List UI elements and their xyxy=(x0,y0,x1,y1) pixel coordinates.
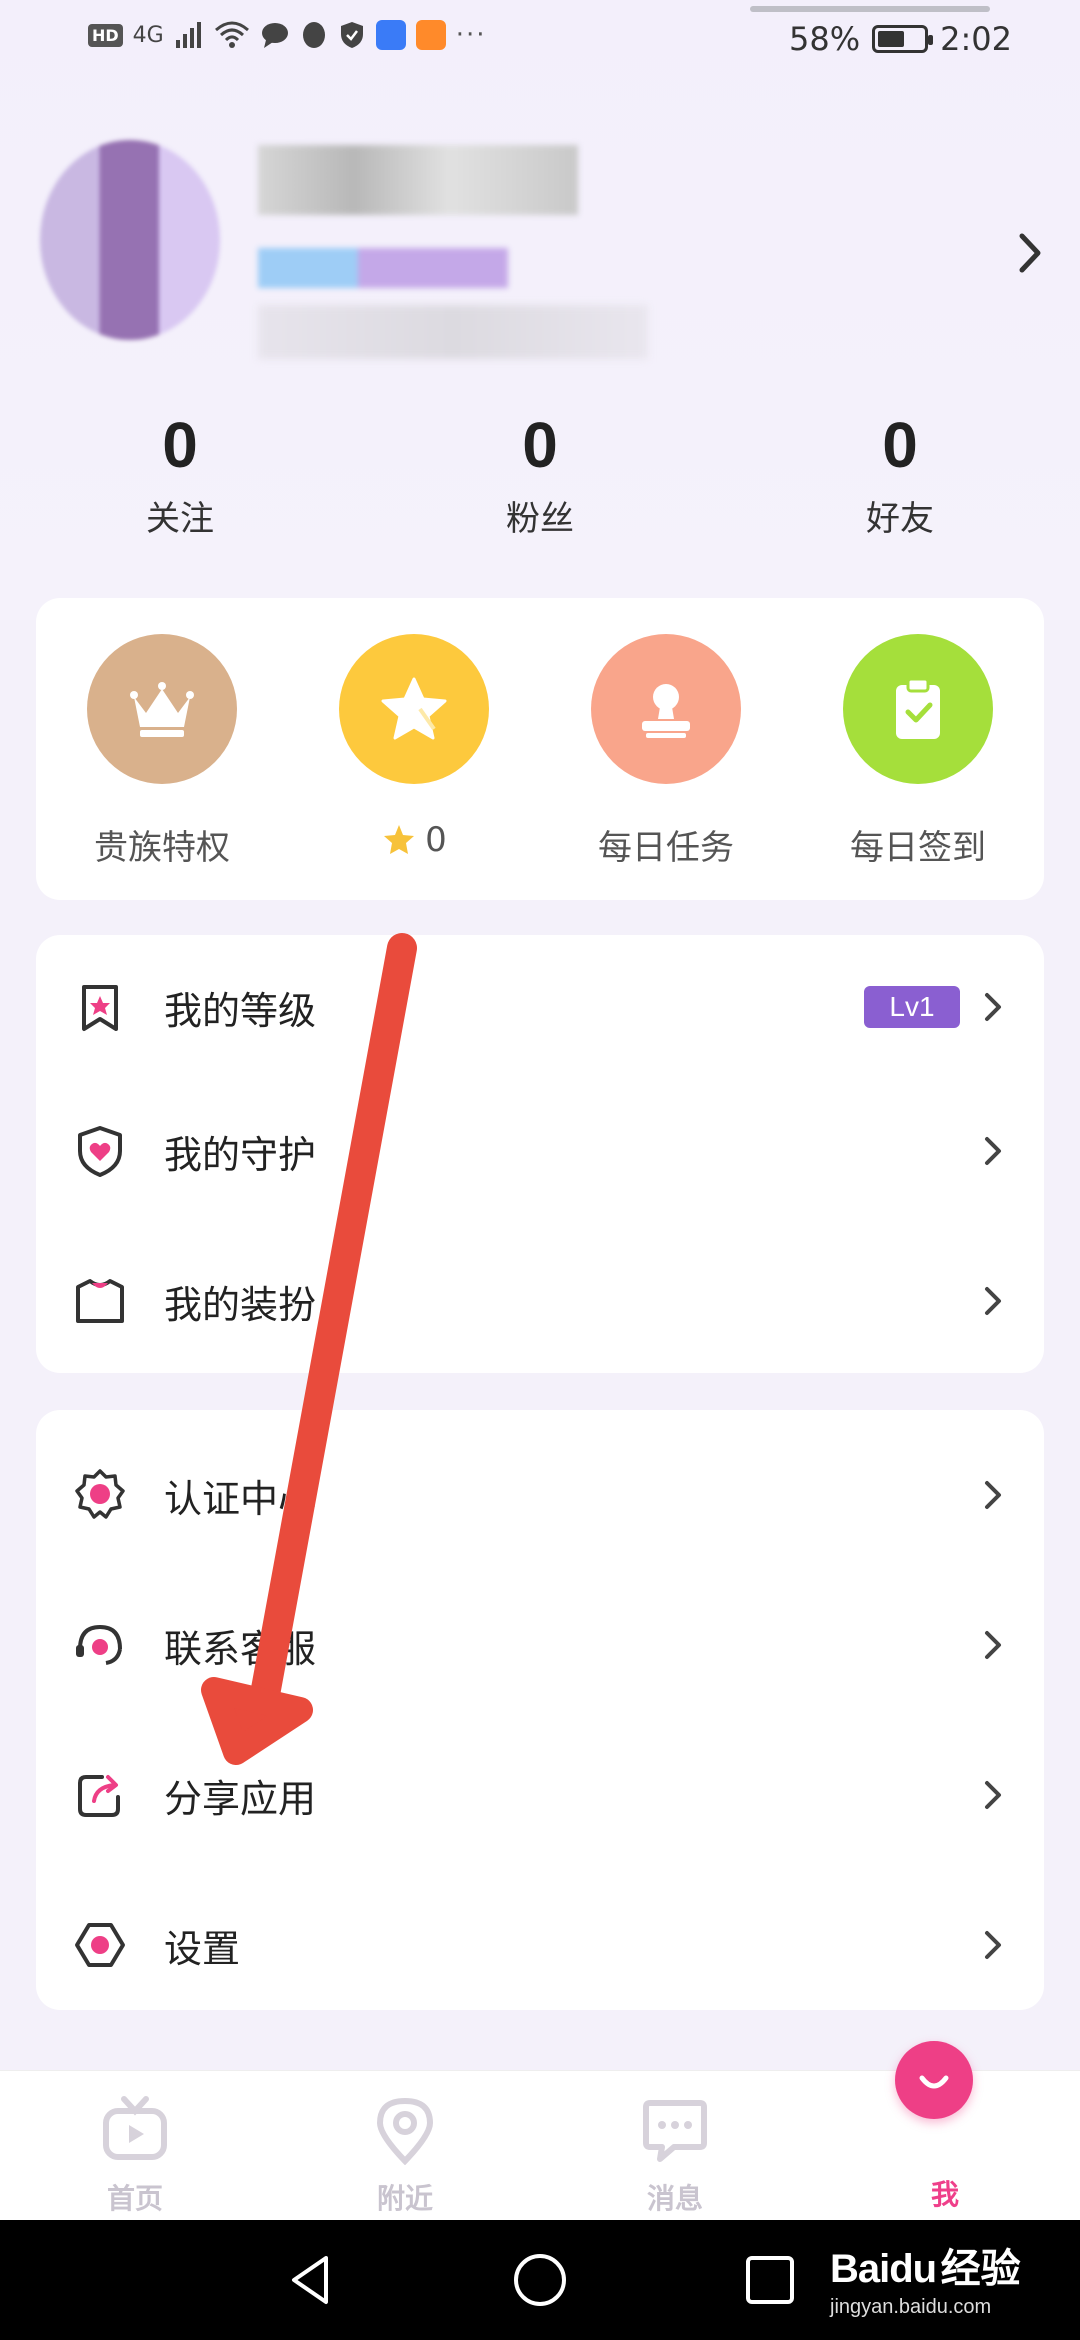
menu-item-label: 分享应用 xyxy=(164,1776,317,1821)
nav-nearby[interactable]: 附近 xyxy=(330,2095,480,2217)
wifi-icon xyxy=(214,21,249,48)
menu-card-app: 认证中心 联系客服 分享应用 设置 xyxy=(36,1410,1044,2010)
avatar[interactable] xyxy=(40,140,220,340)
battery-icon xyxy=(872,25,934,53)
status-bar: HD 4G ··· 58% 2:02 xyxy=(0,0,1080,80)
recents-icon[interactable] xyxy=(740,2250,800,2310)
menu-item-label: 我的等级 xyxy=(164,988,317,1033)
battery-percent: 58% xyxy=(789,20,861,58)
stat-value: 0 xyxy=(162,409,198,481)
chevron-right-icon xyxy=(985,1631,1001,1659)
nav-messages[interactable]: 消息 xyxy=(600,2095,750,2217)
tv-icon xyxy=(103,2096,167,2160)
stat-label: 好友 xyxy=(866,499,934,539)
status-icons: HD 4G ··· xyxy=(88,20,487,50)
grab-handle xyxy=(750,6,990,12)
level-badge: Lv1 xyxy=(864,986,960,1028)
menu-item-my-guardian[interactable]: 我的守护 xyxy=(36,1091,1044,1211)
smile-icon[interactable] xyxy=(895,2041,973,2119)
star-count-value: 0 xyxy=(425,820,447,860)
status-right: 58% 2:02 xyxy=(789,20,1012,58)
stat-value: 0 xyxy=(522,409,558,481)
watermark-title: 经验 xyxy=(940,2247,1021,2291)
back-icon[interactable] xyxy=(280,2250,340,2310)
quick-action-stars[interactable]: 0 xyxy=(314,634,514,860)
penguin-icon xyxy=(302,22,325,48)
menu-item-share-app[interactable]: 分享应用 xyxy=(36,1735,1044,1855)
profile-stats: 0 关注 0 粉丝 0 好友 xyxy=(0,405,1080,555)
nav-home[interactable]: 首页 xyxy=(60,2095,210,2217)
chevron-right-icon xyxy=(985,993,1001,1021)
certify-icon xyxy=(75,1469,125,1519)
settings-icon xyxy=(75,1923,125,1967)
headset-icon xyxy=(76,1624,122,1665)
chat-bubble-icon xyxy=(261,23,288,48)
nav-label: 首页 xyxy=(106,2182,163,2215)
stat-following[interactable]: 0 关注 xyxy=(80,405,280,540)
star-count: 0 xyxy=(314,820,514,860)
menu-item-verification[interactable]: 认证中心 xyxy=(36,1435,1044,1555)
level-badge-icon xyxy=(82,985,118,1031)
watermark-logo: Bai xyxy=(830,2247,890,2291)
menu-item-label: 联系客服 xyxy=(164,1626,317,1671)
chevron-right-icon xyxy=(985,1931,1001,1959)
home-icon[interactable] xyxy=(510,2250,570,2310)
stat-friends[interactable]: 0 好友 xyxy=(800,405,1000,540)
clock: 2:02 xyxy=(940,20,1012,58)
battery-fill xyxy=(878,31,904,47)
watermark-url: jingyan.baidu.com xyxy=(830,2296,992,2318)
network-label: 4G xyxy=(132,22,164,48)
watermark-logo-paw: du xyxy=(889,2247,937,2291)
menu-item-label: 设置 xyxy=(164,1926,241,1971)
profile-chevron-right-icon[interactable] xyxy=(1010,228,1050,278)
hd-icon: HD xyxy=(88,23,123,47)
menu-item-settings[interactable]: 设置 xyxy=(36,1885,1044,2005)
stat-value: 0 xyxy=(882,409,918,481)
stat-fans[interactable]: 0 粉丝 xyxy=(440,405,640,540)
stamp-icon xyxy=(591,634,741,784)
crown-icon xyxy=(87,634,237,784)
quick-action-check-in[interactable]: 每日签到 xyxy=(818,634,1018,869)
username-redacted xyxy=(258,145,578,215)
menu-card-profile: 我的等级 Lv1 我的守护 我的装扮 xyxy=(36,935,1044,1373)
user-id-redacted xyxy=(258,305,648,359)
nav-label: 消息 xyxy=(646,2182,703,2215)
location-icon xyxy=(376,2097,434,2166)
chevron-right-icon xyxy=(985,1287,1001,1315)
nav-label: 我 xyxy=(930,2178,959,2211)
menu-item-label: 认证中心 xyxy=(164,1476,317,1521)
shield-heart-icon xyxy=(78,1126,122,1177)
stat-label: 粉丝 xyxy=(506,499,574,539)
star-small-icon xyxy=(384,825,415,854)
nav-label: 附近 xyxy=(376,2182,433,2215)
stat-label: 关注 xyxy=(146,499,214,539)
menu-item-customer-service[interactable]: 联系客服 xyxy=(36,1585,1044,1705)
quick-action-daily-tasks[interactable]: 每日任务 xyxy=(566,634,766,869)
bottom-nav: 首页 附近 消息 我 xyxy=(0,2041,1080,2220)
quick-action-label: 每日任务 xyxy=(598,828,734,868)
quick-actions-card: 贵族特权 0 每日任务 每日签到 xyxy=(36,598,1044,900)
video-app-icon xyxy=(415,20,446,50)
watermark: Baidu 经验 jingyan.baidu.com xyxy=(830,2236,1021,2319)
share-icon xyxy=(78,1775,120,1817)
chevron-right-icon xyxy=(985,1781,1001,1809)
shirt-icon xyxy=(76,1279,124,1323)
more-notifications-icon: ··· xyxy=(455,20,487,50)
chevron-right-icon xyxy=(985,1481,1001,1509)
shield-icon xyxy=(340,22,363,48)
bulb-app-icon xyxy=(375,20,406,50)
message-icon xyxy=(643,2100,707,2162)
chevron-right-icon xyxy=(985,1137,1001,1165)
user-badges-redacted xyxy=(258,248,508,288)
clipboard-check-icon xyxy=(843,634,993,784)
menu-item-my-outfit[interactable]: 我的装扮 xyxy=(36,1241,1044,1361)
star-icon xyxy=(339,634,489,784)
quick-action-label: 每日签到 xyxy=(850,828,986,868)
menu-item-label: 我的装扮 xyxy=(164,1282,317,1327)
quick-action-label: 贵族特权 xyxy=(94,828,230,868)
quick-action-noble[interactable]: 贵族特权 xyxy=(62,634,262,869)
menu-item-label: 我的守护 xyxy=(164,1132,317,1177)
menu-item-my-level[interactable]: 我的等级 Lv1 xyxy=(36,947,1044,1067)
signal-icon xyxy=(175,22,201,48)
